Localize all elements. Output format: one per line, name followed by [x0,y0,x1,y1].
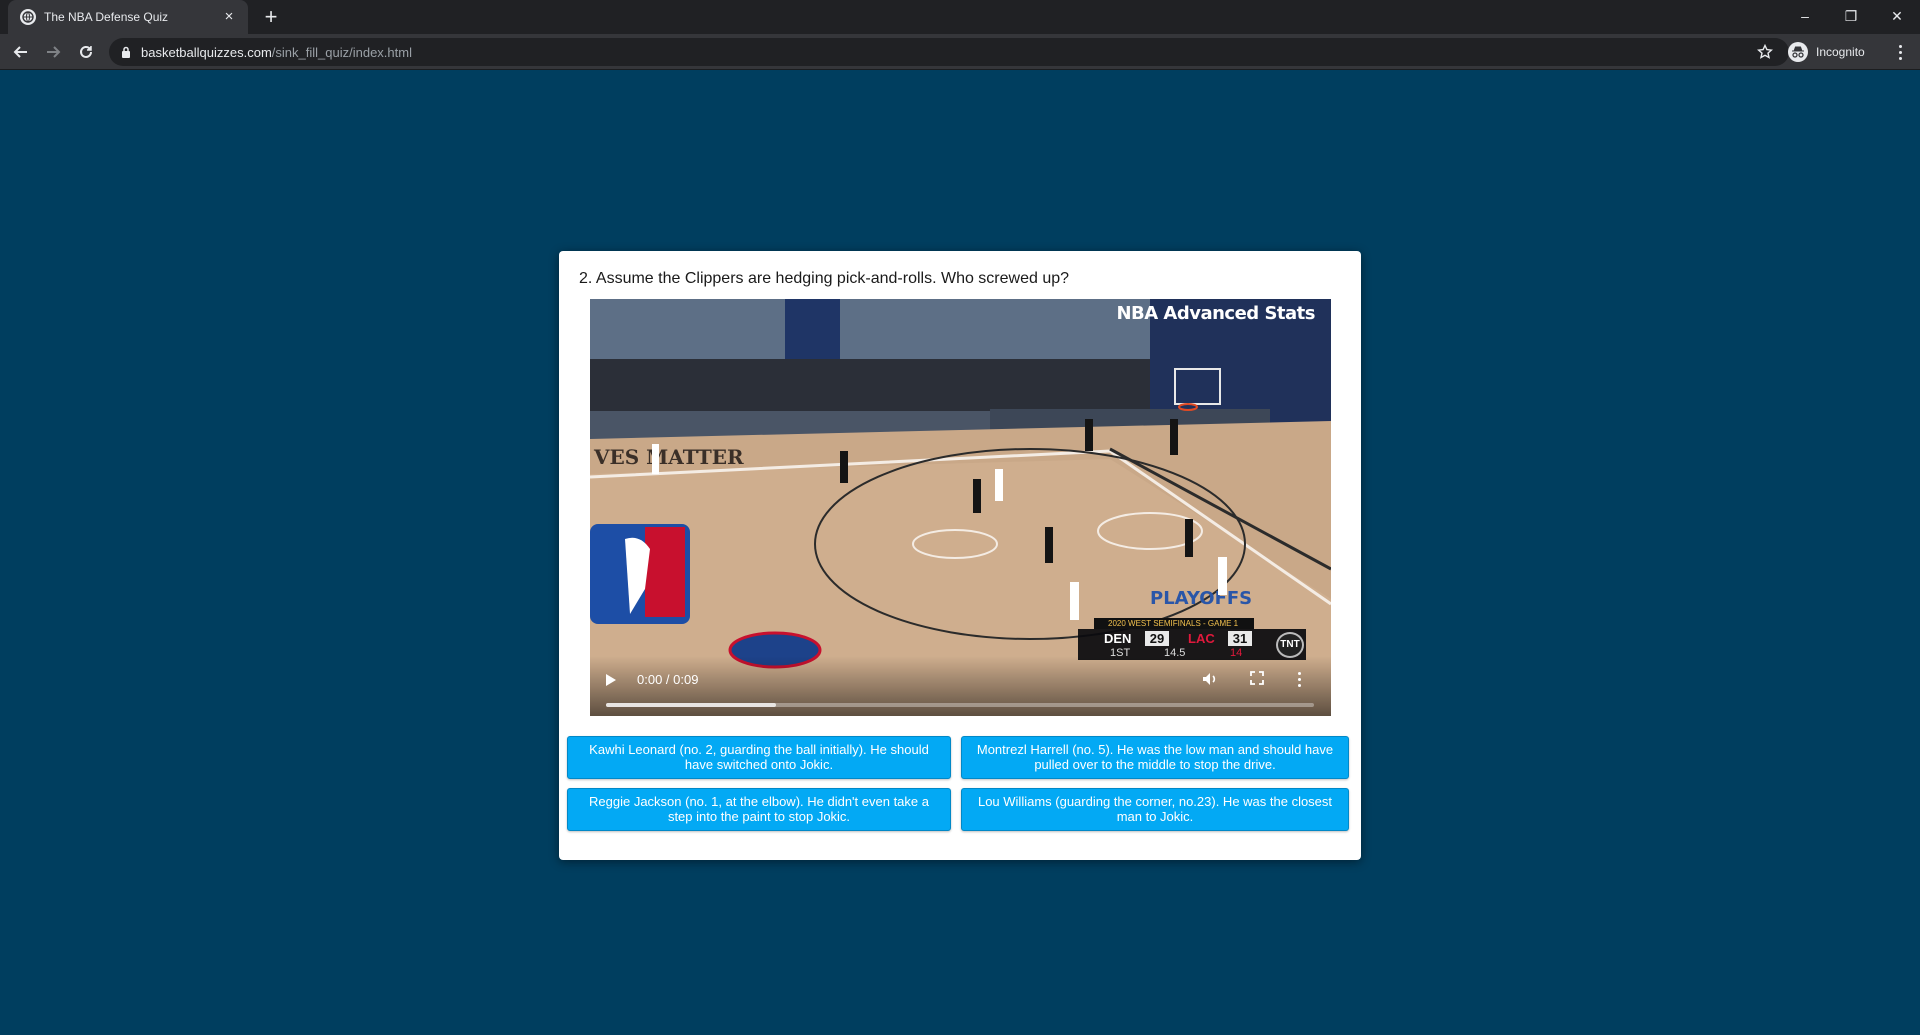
address-bar[interactable]: basketballquizzes.com /sink_fill_quiz/in… [109,38,1789,66]
browser-toolbar: basketballquizzes.com /sink_fill_quiz/in… [0,34,1920,70]
answer-option-1[interactable]: Kawhi Leonard (no. 2, guarding the ball … [567,736,951,779]
team2-score: 31 [1228,631,1252,646]
more-options-icon[interactable] [1296,670,1302,688]
bookmark-star-icon[interactable] [1756,43,1774,65]
play-icon[interactable] [606,674,616,686]
reload-icon[interactable] [73,39,99,65]
scorebug: 2020 WEST SEMIFINALS - GAME 1 DEN 29 LAC… [1078,618,1306,660]
incognito-profile[interactable]: Incognito [1788,39,1865,65]
answer-option-3[interactable]: Reggie Jackson (no. 1, at the elbow). He… [567,788,951,831]
tnt-logo: TNT [1276,632,1304,658]
answer-option-4[interactable]: Lou Williams (guarding the corner, no.23… [961,788,1349,831]
fullscreen-icon[interactable] [1249,670,1265,691]
tab-close-icon[interactable]: × [220,8,238,26]
tab-title: The NBA Defense Quiz [44,10,169,24]
svg-text:PLAYOFFS: PLAYOFFS [1150,588,1252,609]
browser-tab[interactable]: The NBA Defense Quiz × [8,0,248,34]
new-tab-button[interactable]: + [258,4,284,30]
back-arrow-icon[interactable] [8,39,34,65]
url-path: /sink_fill_quiz/index.html [271,44,412,60]
tab-strip: The NBA Defense Quiz × + – ❐ ✕ [0,0,1920,34]
forward-arrow-icon[interactable] [40,39,66,65]
globe-icon [20,9,36,25]
minimize-button[interactable]: – [1782,2,1828,30]
restore-button[interactable]: ❐ [1828,2,1874,30]
browser-menu-icon[interactable] [1888,39,1912,65]
url-host: basketballquizzes.com [141,44,272,60]
team1-score: 29 [1145,631,1169,646]
close-window-button[interactable]: ✕ [1874,2,1920,30]
answer-option-2[interactable]: Montrezl Harrell (no. 5). He was the low… [961,736,1349,779]
quiz-card: 2. Assume the Clippers are hedging pick-… [559,251,1361,860]
video-progress-fill [606,703,776,707]
video-progress-bar[interactable] [606,703,1314,707]
profile-label: Incognito [1816,45,1865,59]
question-text: 2. Assume the Clippers are hedging pick-… [579,270,1070,287]
scorebug-header: 2020 WEST SEMIFINALS - GAME 1 [1094,618,1254,629]
incognito-icon [1788,42,1808,62]
video-watermark: NBA Advanced Stats [1116,303,1315,324]
svg-text:VES MATTER: VES MATTER [593,445,744,469]
lock-icon [121,46,131,58]
video-time: 0:00 / 0:09 [637,672,699,687]
team1-label: DEN [1104,631,1132,646]
volume-icon[interactable] [1201,670,1219,693]
video-controls: 0:00 / 0:09 [590,656,1331,716]
team2-label: LAC [1188,631,1215,646]
video-player[interactable]: VES MATTER PLAYOFFS NBA Advanced Stats 2… [590,299,1331,716]
